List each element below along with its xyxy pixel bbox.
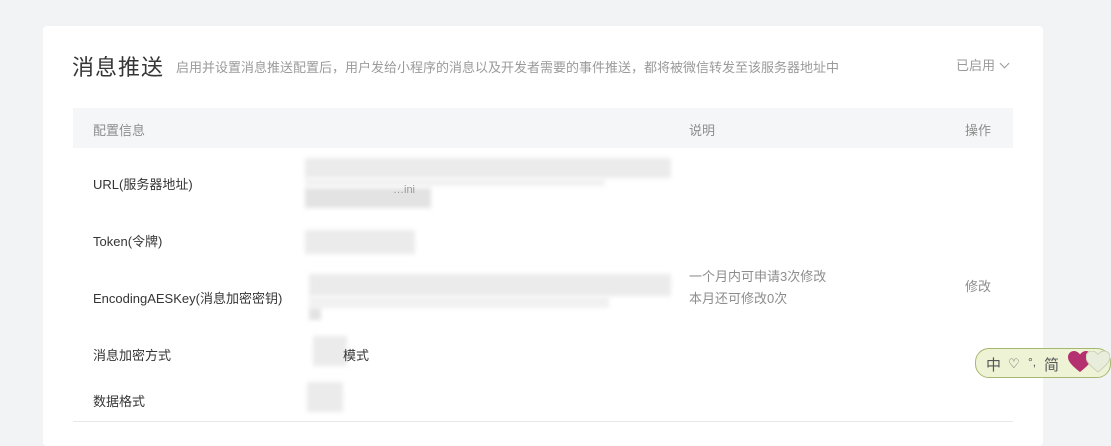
status-dropdown[interactable]: 已启用 [956, 55, 1010, 74]
encrypt-mode-label: 消息加密方式 [93, 348, 172, 363]
status-label: 已启用 [956, 58, 996, 73]
ime-skin-icon[interactable]: ♡ [1008, 356, 1020, 372]
column-config: 配置信息 [93, 123, 146, 138]
ime-punct-toggle[interactable]: °, [1028, 355, 1036, 369]
url-value-redacted-2 [305, 178, 605, 186]
message-push-card: 消息推送 启用并设置消息推送配置后，用户发给小程序的消息以及开发者需要的事件推送… [43, 26, 1043, 446]
ime-lang-toggle[interactable]: 中 [986, 354, 1001, 375]
token-value-redacted [305, 230, 415, 254]
aeskey-value-redacted-2 [309, 296, 609, 308]
url-value-redacted [305, 158, 671, 178]
page-description: 启用并设置消息推送配置后，用户发给小程序的消息以及开发者需要的事件推送，都将被微… [176, 60, 840, 75]
page-title: 消息推送 [72, 55, 165, 80]
url-label: URL(服务器地址) [93, 177, 193, 192]
token-label: Token(令牌) [93, 234, 163, 249]
table-bottom-divider [73, 421, 1013, 422]
encrypt-mode-fragment: 模式 [343, 348, 370, 363]
aeskey-value-redacted-3 [309, 308, 321, 320]
ime-mode-toggle[interactable]: 简 [1044, 354, 1059, 375]
data-format-redacted [307, 382, 343, 412]
encrypt-mode-redacted [313, 336, 347, 366]
aeskey-note-line2: 本月还可修改0次 [689, 291, 788, 306]
heart-outline-icon [1086, 351, 1110, 373]
chevron-down-icon [999, 58, 1010, 69]
aeskey-label: EncodingAESKey(消息加密密钥) [93, 291, 283, 306]
column-description: 说明 [689, 123, 716, 138]
aeskey-note-line1: 一个月内可申请3次修改 [689, 269, 827, 284]
data-format-label: 数据格式 [93, 394, 146, 409]
edit-aeskey-link[interactable]: 修改 [965, 276, 991, 295]
table-header: 配置信息 说明 操作 [73, 108, 1013, 148]
aeskey-value-redacted [309, 274, 671, 296]
ime-toolbar[interactable]: 中 ♡ °, 简 [975, 348, 1111, 378]
url-fragment: …ini [393, 184, 416, 196]
column-operation: 操作 [965, 123, 992, 138]
